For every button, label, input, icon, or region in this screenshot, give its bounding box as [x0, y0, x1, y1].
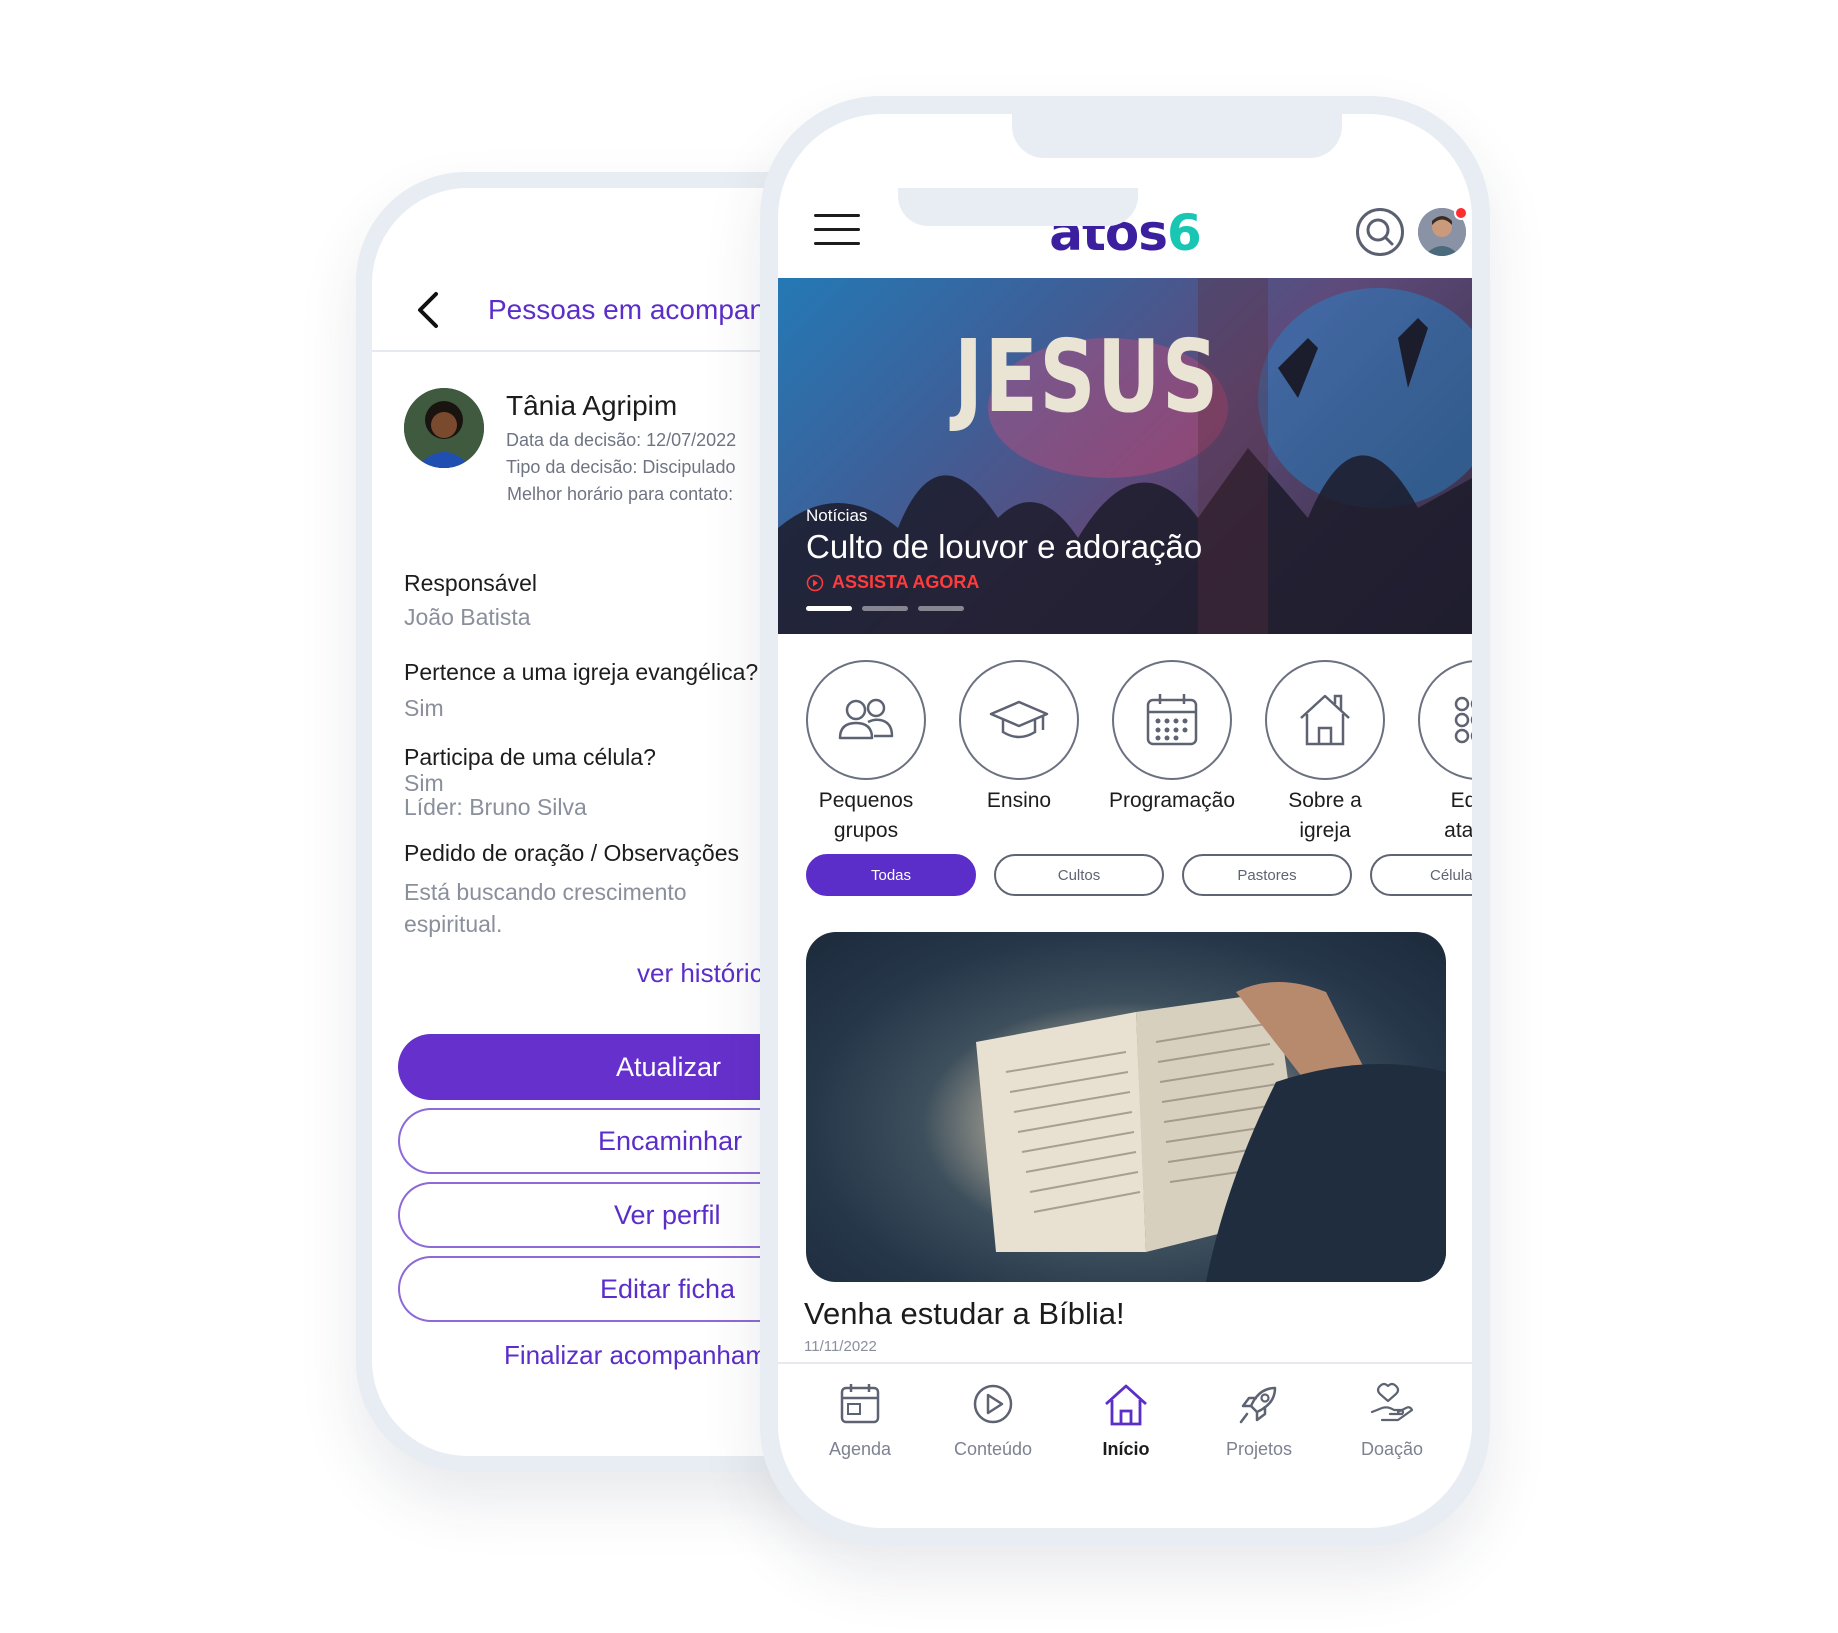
- shortcuts-row: Pequenos grupos Ensino Programação Sobre…: [806, 660, 1472, 842]
- bottom-navigation: Agenda Conteúdo Início Projetos Doação: [778, 1362, 1472, 1482]
- shortcut-label: Sobre a: [1288, 789, 1362, 812]
- field-value-leader: Líder: Bruno Silva: [404, 794, 587, 820]
- update-button[interactable]: Atualizar: [398, 1034, 818, 1100]
- grid-dots-icon: [1418, 660, 1472, 780]
- carousel-dot-1[interactable]: [806, 606, 852, 611]
- view-profile-button[interactable]: Ver perfil: [398, 1182, 818, 1248]
- person-name: Tânia Agripim: [506, 390, 678, 421]
- shortcut-label: Editar: [1450, 789, 1472, 812]
- content-card-image[interactable]: [806, 932, 1446, 1282]
- nav-donation[interactable]: Doação: [1327, 1380, 1457, 1460]
- nav-content[interactable]: Conteúdo: [928, 1380, 1058, 1460]
- avatar: [404, 388, 484, 468]
- filter-chip-services[interactable]: Cultos: [994, 854, 1164, 896]
- hero-image-word: JESUS: [954, 318, 1220, 435]
- back-arrow-icon[interactable]: [410, 290, 450, 330]
- shortcut-small-groups[interactable]: Pequenos grupos: [796, 660, 936, 846]
- carousel-dot-2[interactable]: [862, 606, 908, 611]
- carousel-dot-3[interactable]: [918, 606, 964, 611]
- field-value: Sim: [404, 695, 444, 721]
- hero-title: Culto de louvor e adoração: [806, 528, 1203, 565]
- edit-form-button[interactable]: Editar ficha: [398, 1256, 818, 1322]
- field-value-cont: espiritual.: [404, 911, 503, 937]
- field-label: Responsável: [404, 570, 537, 596]
- decision-type: Tipo da decisão: Discipulado: [506, 457, 736, 477]
- field-evangelical-church: Pertence a uma igreja evangélica? Sim: [404, 659, 758, 720]
- calendar-icon: [1112, 660, 1232, 780]
- notification-badge: [1454, 206, 1468, 220]
- nav-label: Início: [1102, 1439, 1150, 1459]
- shortcut-edit[interactable]: Editar atalhos: [1408, 660, 1472, 846]
- contact-time: Melhor horário para contato:: [507, 484, 734, 504]
- nav-label: Conteúdo: [953, 1439, 1033, 1459]
- forward-button[interactable]: Encaminhar: [398, 1108, 818, 1174]
- nav-home[interactable]: Início: [1061, 1380, 1191, 1460]
- search-icon[interactable]: [1356, 208, 1404, 256]
- decision-date: Data da decisão: 12/07/2022: [506, 430, 737, 450]
- front-phone-notch: [1012, 112, 1342, 158]
- field-value: Sim: [404, 770, 444, 796]
- shortcut-schedule[interactable]: Programação: [1102, 660, 1242, 816]
- field-responsible: Responsável João Batista: [404, 570, 537, 629]
- field-prayer-request: Pedido de oração / Observações Está busc…: [404, 840, 739, 939]
- shortcut-label: Pequenos: [818, 789, 914, 812]
- logo-accent: 6: [1166, 204, 1202, 262]
- shortcut-about-church[interactable]: Sobre a igreja: [1255, 660, 1395, 846]
- nav-projects[interactable]: Projetos: [1194, 1380, 1324, 1460]
- field-label: Participa de uma célula?: [404, 744, 656, 770]
- nav-agenda[interactable]: Agenda: [795, 1380, 925, 1460]
- filter-chip-all[interactable]: Todas: [806, 854, 976, 896]
- shortcut-label-2: atalhos: [1444, 819, 1472, 842]
- front-phone-frame: atos6 JESUS Notícias Culto de louvor e a…: [760, 96, 1490, 1546]
- filter-chips: Todas Cultos Pastores Células: [806, 854, 1472, 898]
- church-house-icon: [1265, 660, 1385, 780]
- play-circle-icon: [806, 574, 824, 591]
- field-value: Está buscando crescimento: [404, 879, 687, 905]
- watch-now-label: ASSISTA AGORA: [832, 572, 980, 592]
- watch-now-link[interactable]: ASSISTA AGORA: [806, 572, 979, 593]
- person-photo-icon: [404, 388, 484, 468]
- hero-banner[interactable]: JESUS Notícias Culto de louvor e adoraçã…: [778, 278, 1472, 634]
- hero-category: Notícias: [806, 506, 868, 525]
- carousel-indicators[interactable]: [806, 606, 964, 611]
- nav-label: Doação: [1360, 1439, 1424, 1459]
- filter-chip-pastors[interactable]: Pastores: [1182, 854, 1352, 896]
- shortcut-label-2: grupos: [833, 819, 899, 842]
- filter-chip-cells[interactable]: Células: [1370, 854, 1472, 896]
- field-value: João Batista: [404, 604, 531, 630]
- shortcut-label: Programação: [1108, 789, 1236, 812]
- shortcut-label-2: igreja: [1299, 819, 1351, 842]
- group-icon: [806, 660, 926, 780]
- donation-hand-icon: [1370, 1382, 1414, 1422]
- shortcut-teaching[interactable]: Ensino: [949, 660, 1089, 816]
- nav-label: Agenda: [828, 1439, 892, 1459]
- home-icon: [1105, 1384, 1147, 1426]
- rocket-icon: [1239, 1386, 1277, 1424]
- field-label: Pertence a uma igreja evangélica?: [404, 659, 759, 685]
- back-phone-notch: [898, 188, 1138, 226]
- nav-label: Projetos: [1225, 1439, 1293, 1459]
- shortcut-label: Ensino: [986, 789, 1052, 812]
- graduation-cap-icon: [959, 660, 1079, 780]
- field-label: Pedido de oração / Observações: [404, 840, 739, 866]
- bible-photo-icon: [976, 982, 1446, 1282]
- content-card-date: 11/11/2022: [804, 1338, 877, 1355]
- agenda-icon: [840, 1384, 880, 1424]
- front-phone-screen: atos6 JESUS Notícias Culto de louvor e a…: [778, 114, 1472, 1528]
- history-link[interactable]: ver histórico: [637, 958, 777, 989]
- content-card-title[interactable]: Venha estudar a Bíblia!: [804, 1296, 1125, 1332]
- play-icon: [973, 1384, 1013, 1424]
- field-cell-group: Participa de uma célula? Sim Líder: Brun…: [404, 744, 656, 819]
